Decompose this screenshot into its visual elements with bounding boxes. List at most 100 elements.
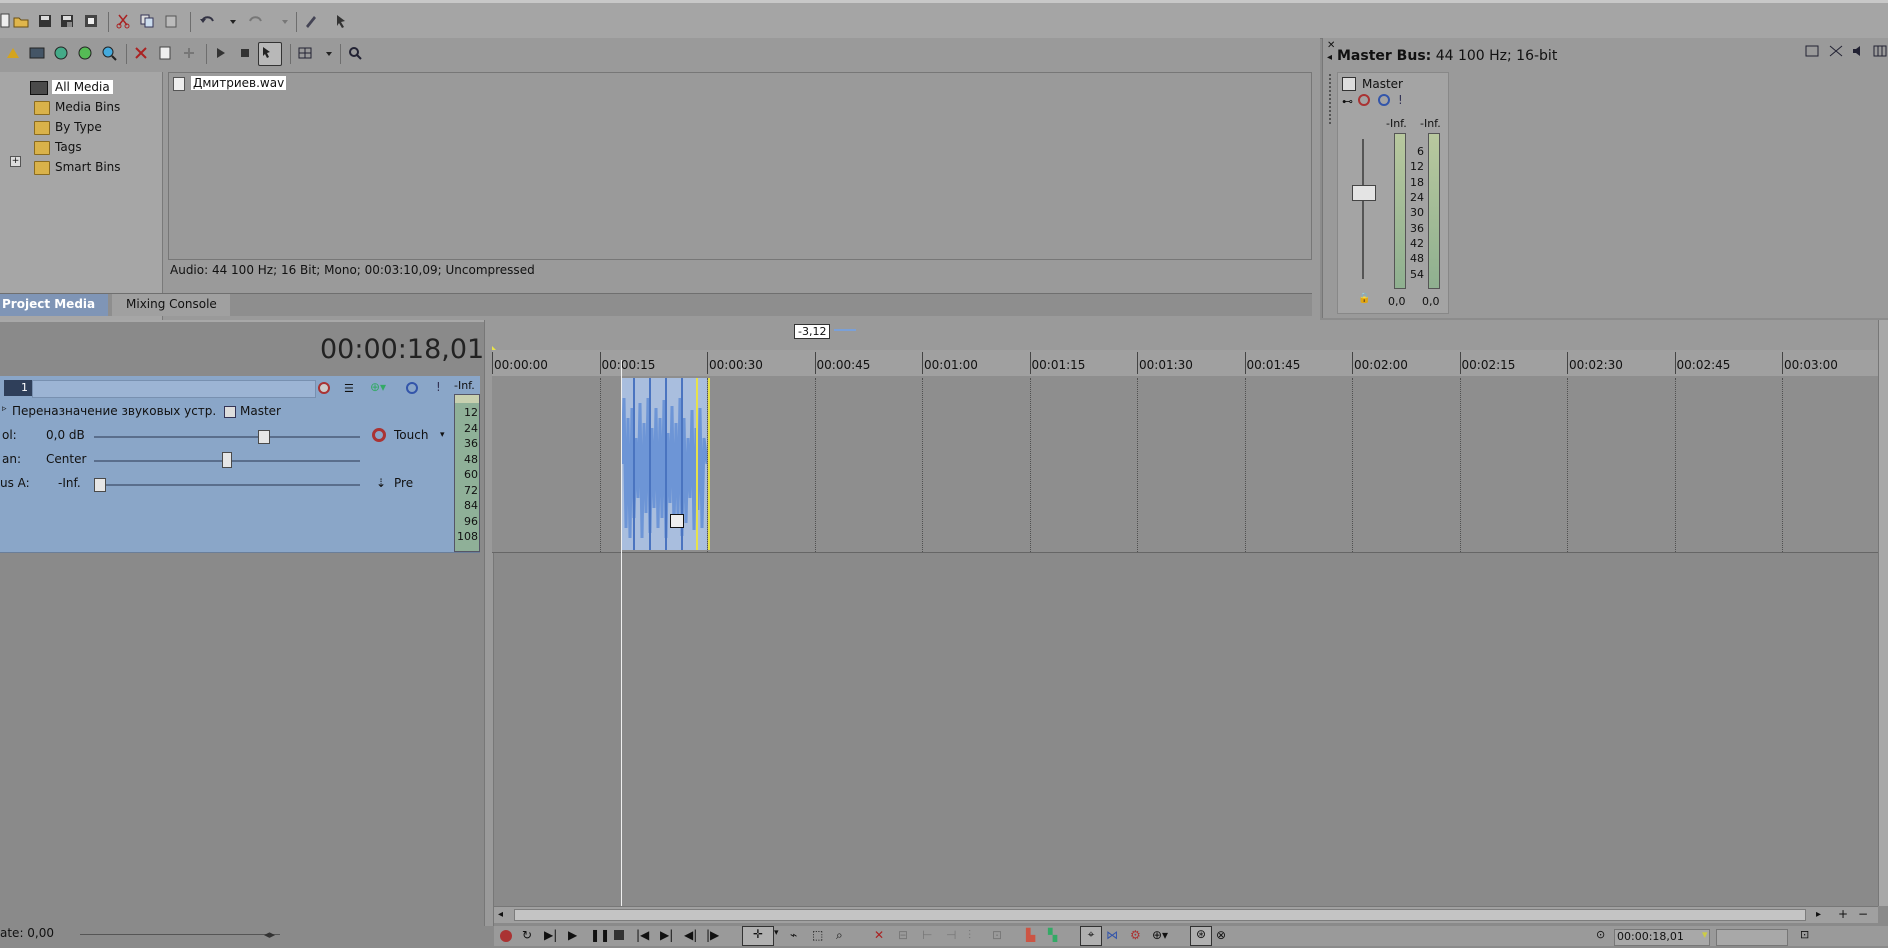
- track-fx-icon[interactable]: ☰: [344, 382, 354, 395]
- stop-icon[interactable]: [614, 930, 624, 940]
- ripple-dropdown-icon[interactable]: ⊕▾: [1152, 928, 1168, 942]
- track-list-empty[interactable]: [0, 553, 484, 905]
- output-bus-icon[interactable]: [224, 406, 236, 418]
- play-icon[interactable]: ▶: [568, 928, 577, 942]
- loop-playback-icon[interactable]: ↻: [522, 928, 532, 942]
- redo-dropdown-icon[interactable]: [276, 12, 288, 30]
- track-mute-icon[interactable]: [406, 382, 418, 394]
- search-media-icon[interactable]: [346, 44, 364, 62]
- expand-icon[interactable]: +: [10, 156, 21, 167]
- cut-icon[interactable]: [114, 12, 132, 30]
- insert-marker-icon[interactable]: ▙: [1026, 928, 1035, 942]
- tree-item-media-bins[interactable]: Media Bins: [34, 98, 123, 116]
- track-motion-icon[interactable]: ⊕▾: [370, 380, 386, 394]
- trim-end-icon[interactable]: ⊣: [946, 928, 956, 942]
- selection-tool-icon[interactable]: ⬚: [812, 928, 823, 942]
- add-media-icon[interactable]: [180, 44, 198, 62]
- next-frame-icon[interactable]: |▶: [706, 928, 719, 942]
- vol-slider-thumb[interactable]: [257, 430, 270, 444]
- playhead-cursor[interactable]: [621, 360, 622, 906]
- copy-icon[interactable]: [138, 12, 156, 30]
- delete-icon[interactable]: ✕: [874, 928, 884, 942]
- media-properties-icon[interactable]: [156, 44, 174, 62]
- auto-preview-icon[interactable]: [258, 42, 282, 66]
- audio-clip[interactable]: [622, 378, 707, 550]
- get-media-web-icon[interactable]: [52, 44, 70, 62]
- mixer-options-icon[interactable]: [1871, 42, 1888, 60]
- scroll-thumb[interactable]: [514, 909, 1806, 921]
- tree-item-all-media[interactable]: All Media: [30, 78, 113, 96]
- dim-output-icon[interactable]: [1849, 42, 1867, 60]
- vol-slider-track[interactable]: [94, 436, 360, 438]
- media-files-area[interactable]: Дмитриев.wav: [168, 72, 1312, 260]
- horizontal-scrollbar[interactable]: ◂ ▸ + −: [494, 906, 1878, 923]
- bus-slider-track[interactable]: [94, 484, 360, 486]
- master-fader-thumb[interactable]: [1352, 185, 1376, 201]
- channel-fx-gear-icon[interactable]: [1358, 94, 1370, 106]
- record-icon[interactable]: [500, 930, 512, 942]
- undo-icon[interactable]: [198, 12, 216, 30]
- tree-item-by-type[interactable]: By Type: [34, 118, 105, 136]
- channel-routing-icon[interactable]: ⊷: [1342, 95, 1353, 108]
- close-icon[interactable]: ✕: [1327, 40, 1335, 51]
- insert-bus-icon[interactable]: [1803, 42, 1821, 60]
- output-label[interactable]: Master: [240, 404, 281, 418]
- tab-project-media[interactable]: Project Media: [0, 294, 108, 316]
- track-solo-icon[interactable]: !: [436, 380, 441, 394]
- render-icon[interactable]: [82, 12, 100, 30]
- import-media-icon[interactable]: [4, 44, 22, 62]
- auto-ripple-icon[interactable]: ⚙: [1130, 928, 1141, 942]
- channel-fx-icon[interactable]: [1342, 77, 1356, 91]
- envelope-tool-icon[interactable]: ⌁: [790, 928, 797, 942]
- prev-frame-icon[interactable]: ◀|: [684, 928, 697, 942]
- automation-dropdown-icon[interactable]: ▾: [440, 430, 445, 440]
- scroll-right-icon[interactable]: ▸: [1816, 909, 1821, 920]
- trim-icon[interactable]: ⊟: [898, 928, 908, 942]
- go-to-start-icon[interactable]: |◀: [636, 928, 649, 942]
- views-icon[interactable]: [296, 44, 314, 62]
- rate-slider-thumb[interactable]: ◂▸: [264, 928, 288, 941]
- save-as-icon[interactable]: [58, 12, 76, 30]
- bus-slider-thumb[interactable]: [94, 478, 106, 492]
- drag-handle[interactable]: [1329, 74, 1334, 124]
- whats-this-icon[interactable]: [334, 12, 352, 30]
- vertical-scrollbar[interactable]: [1878, 320, 1888, 906]
- zoom-tool-icon[interactable]: ⌕: [836, 928, 843, 943]
- tree-item-smart-bins[interactable]: Smart Bins: [34, 158, 124, 176]
- redo-icon[interactable]: [246, 12, 264, 30]
- routing-label[interactable]: Переназначение звуковых устр.: [12, 404, 216, 418]
- lock-icon[interactable]: 🔒: [1358, 293, 1370, 304]
- go-to-end-icon[interactable]: ▶|: [660, 928, 673, 942]
- track-header[interactable]: 1 ☰ ⊕▾ ! -Inf. ▹ Переназначение звуковых…: [0, 376, 480, 553]
- pan-slider-thumb[interactable]: [222, 452, 232, 468]
- rate-slider-track[interactable]: [80, 934, 280, 935]
- pre-post-icon[interactable]: ⇣: [376, 476, 386, 490]
- clip-fx-icon[interactable]: [670, 514, 684, 528]
- capture-video-icon[interactable]: [28, 44, 46, 62]
- stop-preview-icon[interactable]: [236, 44, 254, 62]
- zoom-in-icon[interactable]: +: [1838, 907, 1848, 921]
- marker-label[interactable]: -3,12: [794, 324, 831, 339]
- lock-envelopes-icon[interactable]: ⊛: [1190, 926, 1212, 946]
- bus-mode[interactable]: Pre: [394, 476, 413, 490]
- downmix-icon[interactable]: [1827, 42, 1845, 60]
- pause-icon[interactable]: ❚❚: [590, 928, 610, 942]
- zoom-out-icon[interactable]: −: [1858, 907, 1868, 921]
- undo-dropdown-icon[interactable]: [224, 12, 236, 30]
- views-dropdown-icon[interactable]: [320, 44, 332, 62]
- lock-events-icon[interactable]: ⊡: [992, 928, 1002, 942]
- save-icon[interactable]: [36, 12, 54, 30]
- automation-mode[interactable]: Touch: [394, 428, 428, 442]
- extract-audio-icon[interactable]: [76, 44, 94, 62]
- normal-edit-tool-icon[interactable]: ✛: [742, 926, 774, 946]
- paste-icon[interactable]: [162, 12, 180, 30]
- play-preview-icon[interactable]: [212, 44, 230, 62]
- remove-media-icon[interactable]: [132, 44, 150, 62]
- insert-region-icon[interactable]: ▚: [1048, 928, 1057, 942]
- channel-mute-icon[interactable]: [1378, 94, 1390, 106]
- scroll-left-icon[interactable]: ◂: [498, 909, 503, 920]
- tab-mixing-console[interactable]: Mixing Console: [112, 294, 230, 316]
- trim-start-icon[interactable]: ⊢: [922, 928, 932, 942]
- snapping-icon[interactable]: ⌖: [1080, 926, 1102, 946]
- auto-crossfade-icon[interactable]: ⋈: [1106, 928, 1118, 942]
